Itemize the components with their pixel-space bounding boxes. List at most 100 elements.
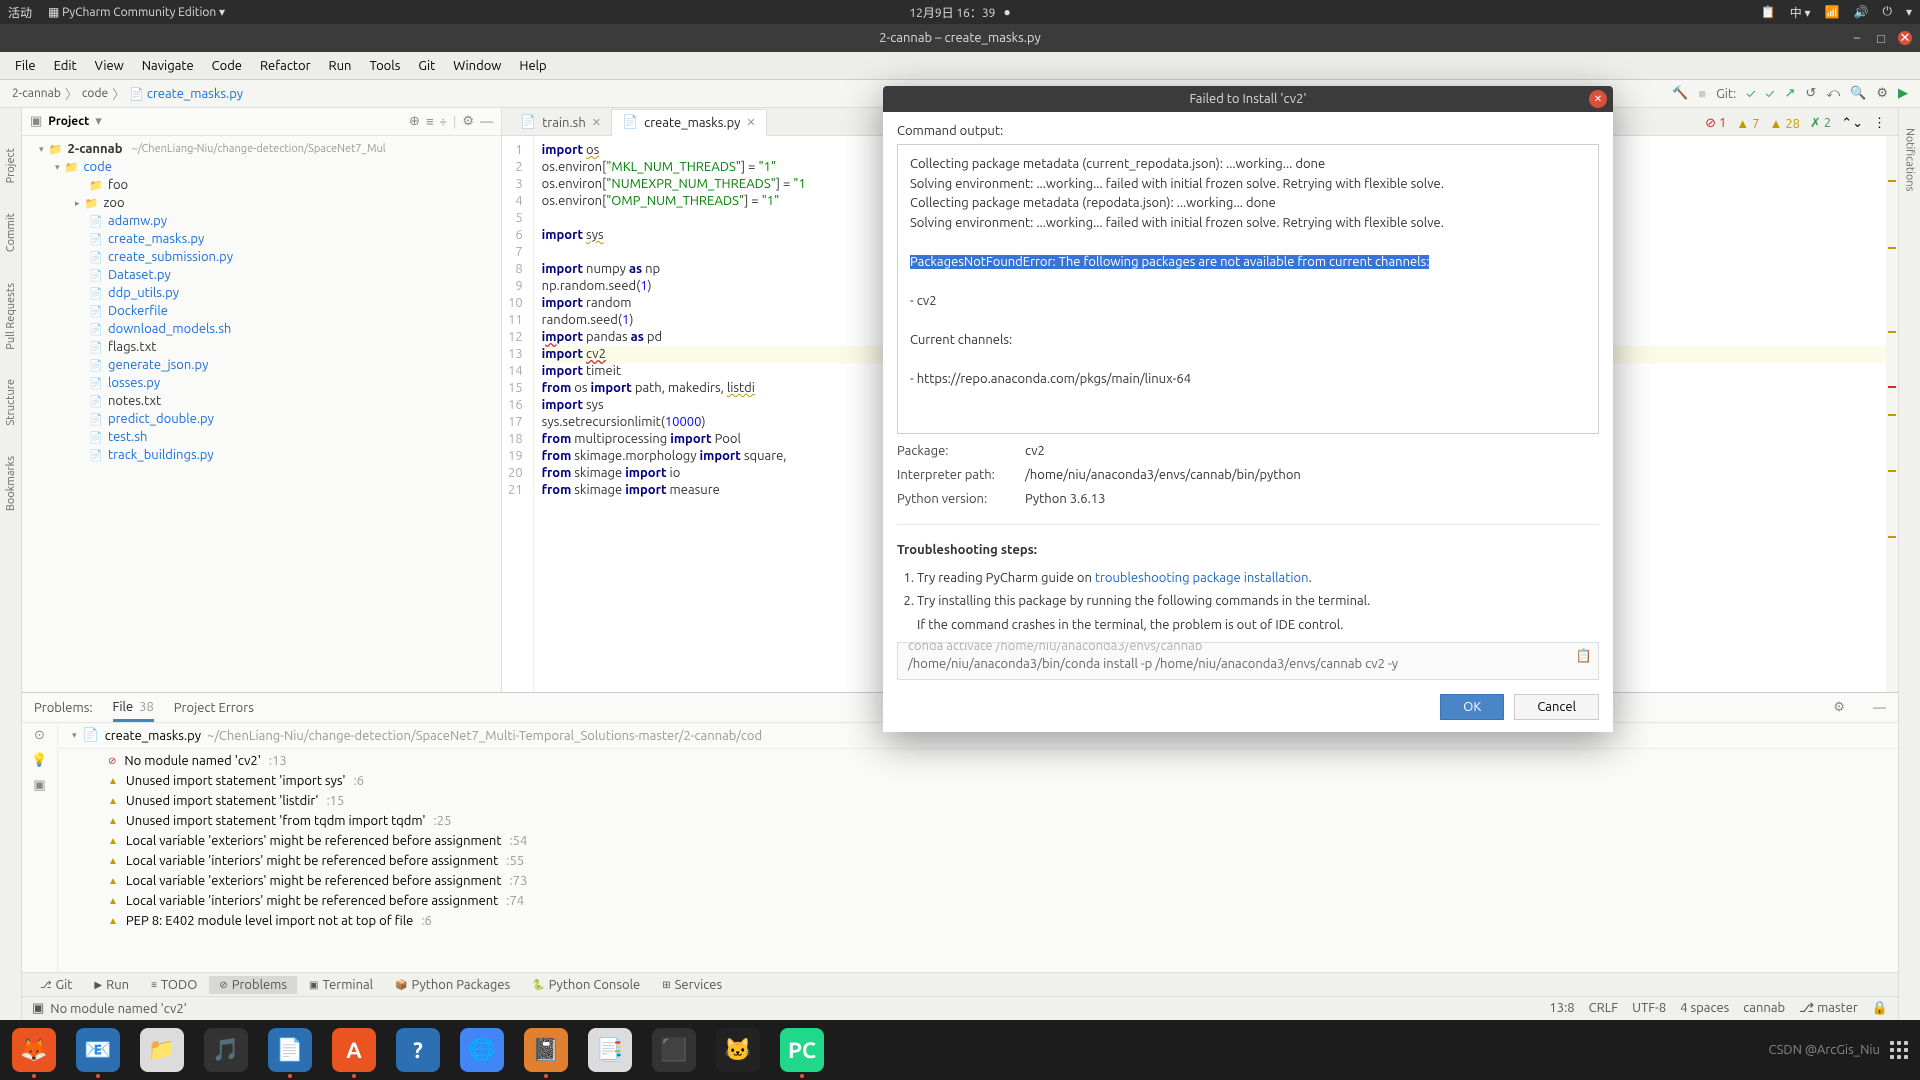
app-grid-icon[interactable] xyxy=(1890,1041,1908,1059)
clock[interactable]: 12月9日 16：39 xyxy=(909,4,995,21)
tree-item[interactable]: 📄Dockerfile xyxy=(22,302,501,320)
tool-tab-bookmarks[interactable]: Bookmarks xyxy=(5,456,17,511)
volume-icon[interactable]: 🔊 xyxy=(1854,5,1869,19)
problem-item[interactable]: ▲Unused import statement 'listdir':15 xyxy=(58,791,1898,811)
editor-tab[interactable]: 📄train.sh✕ xyxy=(510,110,611,135)
collapse-icon[interactable]: ÷ xyxy=(440,115,447,129)
tool-window-todo[interactable]: ≡TODO xyxy=(141,976,207,994)
caret-position[interactable]: 13:8 xyxy=(1549,1001,1574,1016)
tree-item[interactable]: 📄create_submission.py xyxy=(22,248,501,266)
target-icon[interactable]: ⊙ xyxy=(34,728,45,743)
rollback-icon[interactable]: ⤺ xyxy=(1826,86,1840,101)
tree-item[interactable]: 📄track_buildings.py xyxy=(22,446,501,464)
copy-icon[interactable]: 📋 xyxy=(1576,647,1592,665)
tree-item[interactable]: ▸📁zoo xyxy=(22,194,501,212)
tool-window-services[interactable]: ⊞Services xyxy=(652,976,732,994)
warning-count[interactable]: ▲ 7 xyxy=(1736,116,1759,131)
history-icon[interactable]: ↺ xyxy=(1805,86,1816,101)
command-box[interactable]: conda activate /home/niu/anaconda3/envs/… xyxy=(897,642,1599,680)
weak-warning-count[interactable]: ▲ 28 xyxy=(1769,116,1800,131)
command-output[interactable]: Collecting package metadata (current_rep… xyxy=(897,144,1599,434)
minimize-button[interactable]: – xyxy=(1850,31,1864,45)
editor-tab[interactable]: 📄create_masks.py✕ xyxy=(611,109,767,136)
cancel-button[interactable]: Cancel xyxy=(1514,694,1599,720)
build-icon[interactable]: 🔨 xyxy=(1672,86,1688,101)
problems-tab[interactable]: Problems: xyxy=(34,701,93,715)
indent[interactable]: 4 spaces xyxy=(1680,1001,1729,1016)
tree-item[interactable]: 📄flags.txt xyxy=(22,338,501,356)
tool-window-python-packages[interactable]: 📦Python Packages xyxy=(385,976,520,994)
tool-tab-notifications[interactable]: Notifications xyxy=(1904,128,1916,191)
lock-icon[interactable]: 🔒 xyxy=(1872,1001,1888,1016)
encoding[interactable]: UTF-8 xyxy=(1632,1001,1666,1016)
tree-item[interactable]: 📄download_models.sh xyxy=(22,320,501,338)
problem-item[interactable]: ▲Unused import statement 'from tqdm impo… xyxy=(58,811,1898,831)
tool-window-problems[interactable]: ⊘Problems xyxy=(209,976,297,994)
dock-app[interactable]: 📁 xyxy=(140,1028,184,1072)
select-opened-icon[interactable]: ⊕ xyxy=(409,114,420,129)
problem-item[interactable]: ▲PEP 8: E402 module level import not at … xyxy=(58,911,1898,931)
menu-window[interactable]: Window xyxy=(446,57,508,75)
dock-app[interactable]: 📄 xyxy=(268,1028,312,1072)
hide-icon[interactable]: — xyxy=(480,115,493,129)
problem-item[interactable]: ▲Local variable 'interiors' might be ref… xyxy=(58,891,1898,911)
problems-tab[interactable]: Project Errors xyxy=(174,701,254,715)
tree-item[interactable]: 📄generate_json.py xyxy=(22,356,501,374)
breadcrumb[interactable]: code xyxy=(82,87,108,100)
menu-git[interactable]: Git xyxy=(411,57,442,75)
dock-app[interactable]: A xyxy=(332,1028,376,1072)
menu-refactor[interactable]: Refactor xyxy=(253,57,318,75)
tree-item[interactable]: 📄losses.py xyxy=(22,374,501,392)
error-count[interactable]: ⊘ 1 xyxy=(1705,116,1726,131)
tree-item[interactable]: ▾📁code xyxy=(22,158,501,176)
dock-app[interactable]: ? xyxy=(396,1028,440,1072)
gear-icon[interactable]: ⚙ xyxy=(462,114,474,129)
menu-run[interactable]: Run xyxy=(322,57,359,75)
dock-app[interactable]: ⬛ xyxy=(652,1028,696,1072)
git-branch[interactable]: ⎇ master xyxy=(1799,1001,1858,1016)
tree-item[interactable]: 📄test.sh xyxy=(22,428,501,446)
search-icon[interactable]: 🔍 xyxy=(1850,86,1866,101)
gear-icon[interactable]: ⚙ xyxy=(1876,86,1888,101)
chevron-down-icon[interactable]: ▾ xyxy=(1906,5,1912,19)
tool-tab-structure[interactable]: Structure xyxy=(5,379,17,426)
chevron-icon[interactable]: ⌃⌄ xyxy=(1841,116,1863,131)
tree-item[interactable]: 📄notes.txt xyxy=(22,392,501,410)
tool-tab-commit[interactable]: Commit xyxy=(5,213,17,252)
menu-code[interactable]: Code xyxy=(205,57,249,75)
more-icon[interactable]: ⋮ xyxy=(1873,116,1886,131)
problems-tab[interactable]: File 38 xyxy=(113,700,154,722)
stop-icon[interactable]: ■ xyxy=(1698,86,1706,101)
close-icon[interactable]: ✕ xyxy=(746,116,755,129)
dropdown-icon[interactable]: ▾ xyxy=(95,114,102,129)
breadcrumb[interactable]: 📄 create_masks.py xyxy=(129,87,243,101)
tree-item[interactable]: 📄Dataset.py xyxy=(22,266,501,284)
git-push-icon[interactable]: ↗ xyxy=(1784,86,1795,101)
close-icon[interactable]: ✕ xyxy=(1589,90,1607,108)
breadcrumb[interactable]: 2-cannab xyxy=(12,87,61,100)
gear-icon[interactable]: ⚙ xyxy=(1833,700,1845,715)
tree-item[interactable]: 📄create_masks.py xyxy=(22,230,501,248)
problems-list[interactable]: ⊘No module named 'cv2':13▲Unused import … xyxy=(58,749,1898,972)
tool-window-terminal[interactable]: ▣Terminal xyxy=(299,976,383,994)
dock-app[interactable]: 📓 xyxy=(524,1028,568,1072)
expand-icon[interactable]: ≡ xyxy=(426,114,434,129)
menu-help[interactable]: Help xyxy=(512,57,553,75)
typo-count[interactable]: ✗ 2 xyxy=(1810,116,1831,131)
tree-item[interactable]: 📄predict_double.py xyxy=(22,410,501,428)
tree-item[interactable]: 📁foo xyxy=(22,176,501,194)
update-icon[interactable]: 📋 xyxy=(1761,5,1776,19)
hide-icon[interactable]: — xyxy=(1873,701,1886,715)
git-update-icon[interactable]: ✓ xyxy=(1746,87,1755,101)
run-icon[interactable]: ▶ xyxy=(1898,86,1908,101)
line-separator[interactable]: CRLF xyxy=(1589,1001,1619,1016)
troubleshoot-link[interactable]: troubleshooting package installation xyxy=(1095,571,1309,585)
dock-app[interactable]: 📧 xyxy=(76,1028,120,1072)
project-tree[interactable]: ▾ 📁 2-cannab ~/ChenLiang-Niu/change-dete… xyxy=(22,136,501,692)
dock-app[interactable]: 🎵 xyxy=(204,1028,248,1072)
tool-window-python-console[interactable]: 🐍Python Console xyxy=(522,976,650,994)
dock-app[interactable]: 📑 xyxy=(588,1028,632,1072)
close-icon[interactable]: ✕ xyxy=(592,116,601,129)
tree-item[interactable]: 📄adamw.py xyxy=(22,212,501,230)
network-icon[interactable]: 📶 xyxy=(1825,5,1840,19)
